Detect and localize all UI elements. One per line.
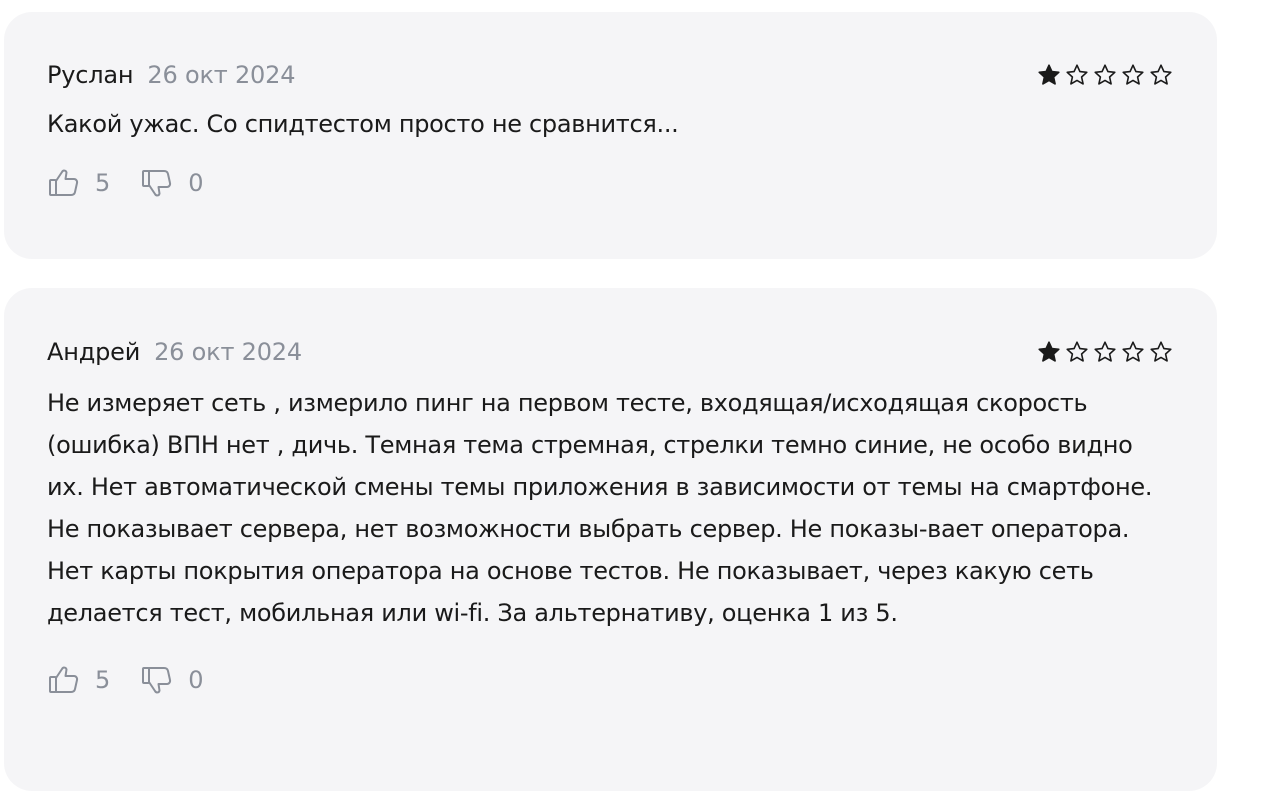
review-header: Руслан 26 окт 2024 [47,60,1173,90]
thumbs-up-icon [49,666,79,693]
star-rating [1037,340,1173,364]
like-count: 5 [95,666,111,694]
like-count: 5 [95,169,111,197]
review-text: Какой ужас. Со спидтестом просто не срав… [47,110,679,138]
review-votes: 5 0 [47,166,1173,200]
review-date: 26 окт 2024 [147,61,296,89]
review-author: Андрей [47,338,141,366]
dislike-count: 0 [188,169,204,197]
star-rating [1037,63,1173,87]
like-button[interactable]: 5 [47,663,110,697]
star-outline-icon [1150,64,1172,85]
review-card: Андрей 26 окт 2024 Не измеряет сеть , из… [4,288,1217,791]
review-header: Андрей 26 окт 2024 [47,337,1173,367]
star-filled-icon [1038,341,1060,362]
dislike-count: 0 [188,666,204,694]
thumbs-up-icon [49,169,79,196]
star-outline-icon [1066,64,1088,85]
like-button[interactable]: 5 [47,166,110,200]
star-outline-icon [1150,341,1172,362]
star-outline-icon [1094,64,1116,85]
reviews-list: Руслан 26 окт 2024 Какой ужас. Со спидте… [0,0,1280,804]
review-date: 26 окт 2024 [154,338,302,366]
review-text: Не измеряет сеть , измерило пинг на перв… [47,389,1153,627]
star-outline-icon [1122,341,1144,362]
review-votes: 5 0 [47,663,1173,697]
star-outline-icon [1122,64,1144,85]
thumbs-down-icon [142,170,172,197]
review-card: Руслан 26 окт 2024 Какой ужас. Со спидте… [4,12,1217,259]
review-author: Руслан [47,61,134,89]
star-filled-icon [1038,64,1060,85]
dislike-button[interactable]: 0 [140,166,204,200]
star-outline-icon [1094,341,1116,362]
dislike-button[interactable]: 0 [140,663,204,697]
thumbs-down-icon [142,667,172,694]
star-outline-icon [1066,341,1088,362]
